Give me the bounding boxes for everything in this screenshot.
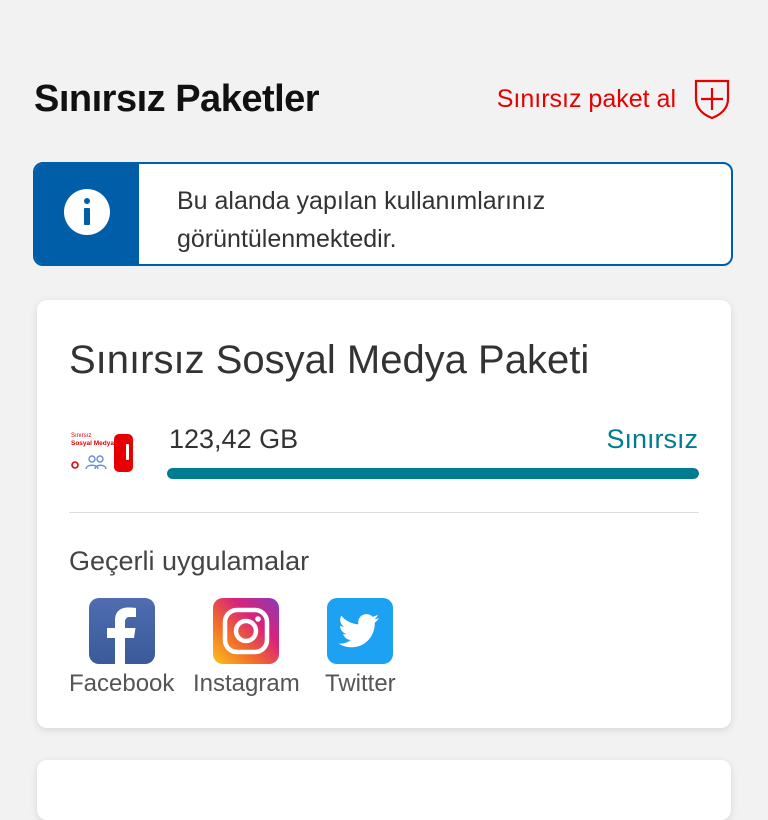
package-title: Sınırsız Sosyal Medya Paketi [69, 338, 590, 382]
facebook-icon [88, 598, 155, 664]
usage-progress-fill [167, 468, 699, 479]
instagram-icon [213, 598, 280, 664]
info-icon-panel [35, 164, 139, 264]
page-title: Sınırsız Paketler [34, 77, 320, 120]
package-logo: Sınırsız Sosyal Medya [69, 428, 135, 476]
app-label: Instagram [193, 670, 300, 697]
next-package-card[interactable] [37, 760, 731, 820]
svg-text:Sosyal Medya: Sosyal Medya [71, 440, 114, 447]
twitter-icon [327, 598, 394, 664]
info-banner: Bu alanda yapılan kullanımlarınız görünt… [33, 162, 733, 266]
usage-progress-bar [167, 468, 699, 479]
buy-package-label: Sınırsız paket al [496, 84, 676, 113]
app-facebook[interactable]: Facebook [69, 598, 174, 698]
divider [69, 512, 699, 513]
info-text: Bu alanda yapılan kullanımlarınız görünt… [177, 187, 546, 253]
app-label: Facebook [69, 670, 175, 697]
usage-limit: Sınırsız [606, 424, 698, 454]
app-twitter[interactable]: Twitter [325, 598, 396, 698]
buy-package-link[interactable]: Sınırsız paket al [497, 77, 734, 121]
svg-text:Sınırsız: Sınırsız [71, 433, 91, 439]
add-package-icon [690, 77, 734, 121]
usage-value: 123,42 GB [169, 424, 299, 454]
app-instagram[interactable]: Instagram [193, 598, 300, 698]
app-label: Twitter [325, 670, 396, 697]
apps-label: Geçerli uygulamalar [69, 546, 310, 576]
header: Sınırsız Paketler Sınırsız paket al [34, 74, 734, 124]
info-icon [62, 187, 112, 242]
package-card: Sınırsız Sosyal Medya Paketi Sınırsız So… [37, 300, 731, 728]
